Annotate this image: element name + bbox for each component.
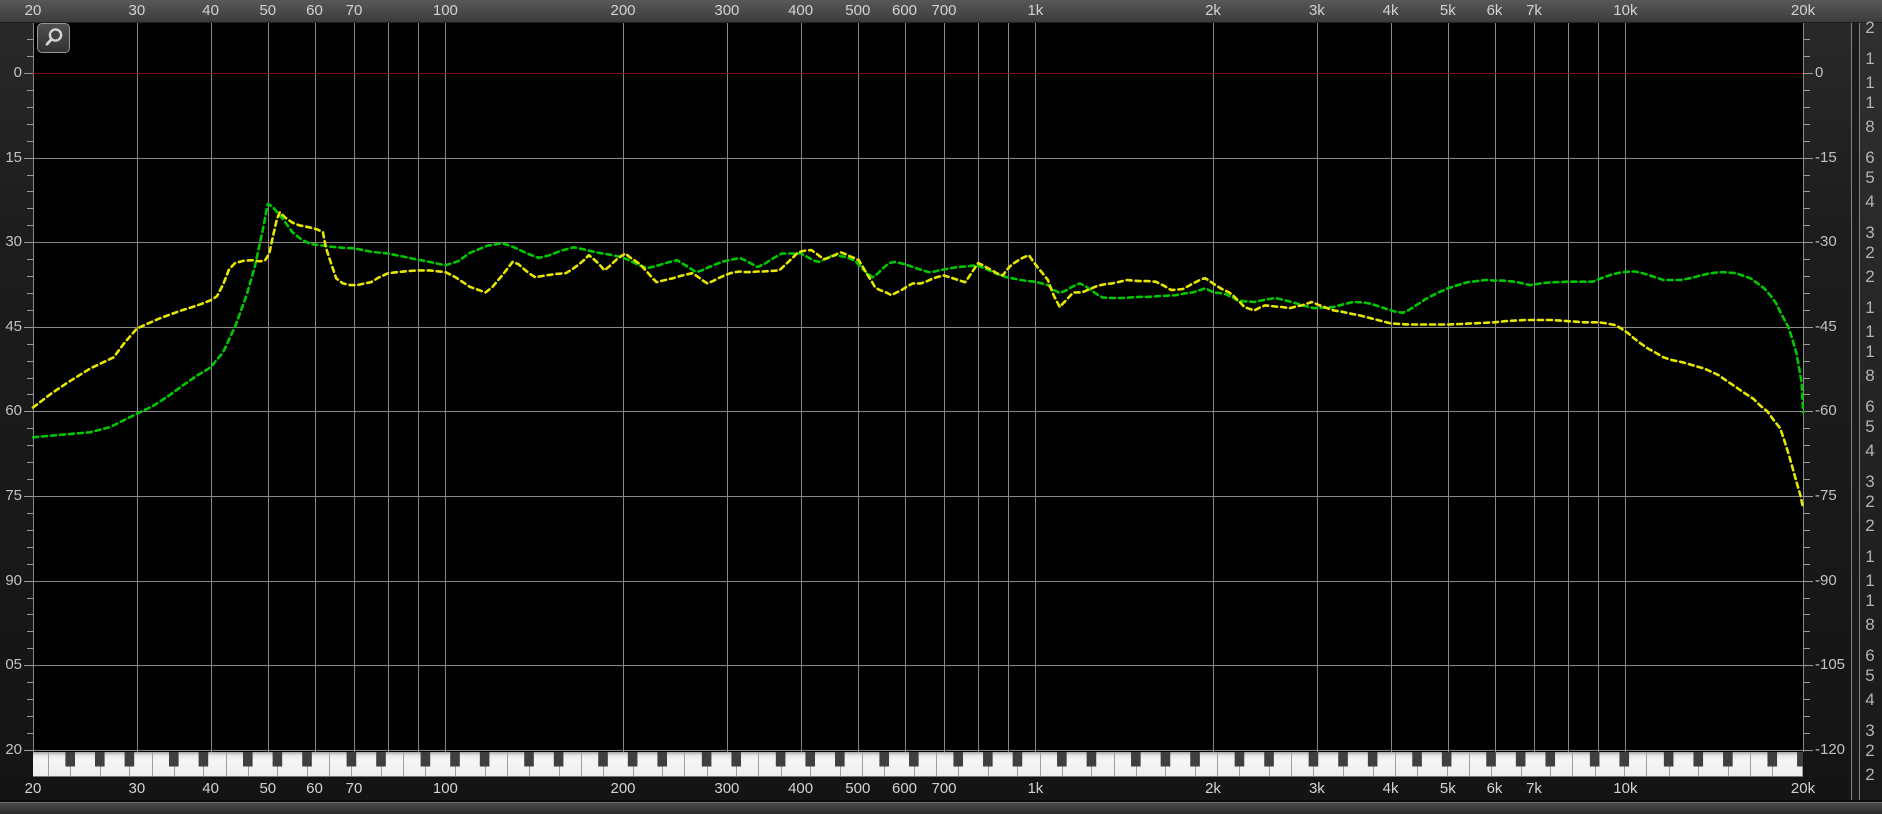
- db-tick-label-right: -105: [1815, 656, 1846, 674]
- collapsed-axis-digit: 1: [1865, 571, 1875, 591]
- collapsed-axis-digit: 1: [1865, 590, 1875, 610]
- plot-area[interactable]: [0, 0, 1882, 814]
- collapsed-axis-digit: 1: [1865, 322, 1875, 342]
- collapsed-axis-digit: 3: [1865, 721, 1875, 741]
- freq-tick-label-top: 7k: [1526, 2, 1542, 19]
- freq-tick-label-top: 20: [24, 2, 42, 19]
- db-tick-label-left: 15: [5, 148, 22, 166]
- freq-tick-label-bottom: 40: [202, 780, 219, 797]
- bottom-window-edge: [0, 800, 1882, 814]
- db-tick-label-left: 30: [5, 233, 22, 251]
- freq-tick-label-bottom: 10k: [1613, 780, 1638, 797]
- freq-tick-label-bottom: 70: [345, 780, 363, 797]
- collapsed-axis-digit: 3: [1865, 223, 1875, 243]
- collapsed-axis-digit: 1: [1865, 49, 1875, 69]
- collapsed-axis-digit: 8: [1865, 117, 1875, 137]
- freq-tick-label-bottom: 400: [788, 780, 814, 797]
- collapsed-axis-digit: 4: [1865, 192, 1875, 212]
- freq-tick-label-top: 10k: [1613, 2, 1638, 19]
- freq-tick-label-top: 1k: [1027, 2, 1044, 19]
- collapsed-axis-digit: 5: [1865, 665, 1875, 685]
- db-tick-label-right: -60: [1815, 402, 1837, 420]
- freq-tick-label-top: 500: [845, 2, 871, 19]
- freq-tick-label-bottom: 600: [891, 780, 918, 797]
- freq-tick-label-top: 400: [788, 2, 814, 19]
- collapsed-axis-digit: 2: [1865, 740, 1875, 760]
- freq-tick-label-bottom: 20: [24, 780, 42, 797]
- collapsed-axis-digit: 3: [1865, 472, 1875, 492]
- db-tick-label-right: -90: [1815, 571, 1837, 589]
- freq-tick-label-bottom: 7k: [1526, 780, 1542, 797]
- freq-tick-label-bottom: 50: [259, 780, 277, 797]
- freq-tick-label-bottom: 300: [714, 780, 740, 797]
- freq-tick-label-top: 700: [931, 2, 957, 19]
- db-tick-label-right: -45: [1815, 317, 1837, 335]
- collapsed-axis-digit: 2: [1865, 242, 1875, 262]
- freq-tick-label-bottom: 200: [610, 780, 636, 797]
- db-tick-label-left: 45: [5, 317, 22, 335]
- collapsed-axis-digit: 1: [1865, 92, 1875, 112]
- collapsed-axis-digit: 1: [1865, 341, 1875, 361]
- freq-tick-label-bottom: 100: [432, 780, 458, 797]
- freq-tick-label-bottom: 2k: [1205, 780, 1221, 797]
- zoom-tool-button[interactable]: [37, 23, 70, 53]
- freq-tick-label-bottom: 700: [931, 780, 957, 797]
- freq-tick-label-bottom: 20k: [1790, 780, 1816, 797]
- collapsed-axis-digit: 2: [1865, 765, 1875, 784]
- collapsed-axis-digit: 1: [1865, 547, 1875, 567]
- db-tick-label-right: -30: [1815, 233, 1837, 251]
- freq-tick-label-bottom: 3k: [1308, 780, 1325, 797]
- db-tick-label-left: 75: [5, 487, 22, 504]
- db-tick-label-left: 05: [5, 656, 22, 674]
- collapsed-axis-digit: 5: [1865, 416, 1875, 436]
- collapsed-axis-digit: 6: [1865, 148, 1875, 168]
- collapsed-axis-digit: 6: [1865, 646, 1875, 666]
- panel-splitter-handle[interactable]: [1851, 0, 1860, 800]
- collapsed-axis-digit: 1: [1865, 73, 1875, 93]
- collapsed-axis-digit: 4: [1865, 690, 1875, 710]
- freq-tick-label-bottom: 6k: [1486, 780, 1503, 797]
- freq-tick-label-top: 20k: [1790, 2, 1816, 19]
- db-tick-label-left: 90: [5, 571, 22, 589]
- collapsed-axis-digit: 2: [1865, 491, 1875, 511]
- freq-tick-label-bottom: 4k: [1382, 780, 1399, 797]
- db-tick-label-right: -75: [1815, 487, 1837, 504]
- freq-tick-label-bottom: 5k: [1439, 780, 1456, 797]
- db-tick-label-left: 20: [5, 740, 22, 758]
- collapsed-axis-digit: 1: [1865, 298, 1875, 318]
- freq-tick-label-bottom: 60: [306, 780, 323, 797]
- collapsed-axis-digit: 4: [1865, 441, 1875, 461]
- collapsed-axis-digit: 2: [1865, 18, 1875, 37]
- freq-tick-label-top: 30: [128, 2, 146, 19]
- freq-tick-label-top: 50: [259, 2, 277, 19]
- freq-tick-label-top: 600: [891, 2, 918, 19]
- freq-tick-label-top: 40: [202, 2, 219, 19]
- db-tick-label-left: 60: [5, 402, 22, 420]
- freq-tick-label-top: 200: [610, 2, 636, 19]
- freq-tick-label-top: 70: [345, 2, 363, 19]
- freq-tick-label-bottom: 1k: [1027, 780, 1044, 797]
- freq-tick-label-top: 6k: [1486, 2, 1503, 19]
- magnifier-icon: [43, 27, 65, 49]
- collapsed-axis-digit: 2: [1865, 267, 1875, 286]
- freq-tick-label-top: 60: [306, 2, 323, 19]
- collapsed-axis-digit: 6: [1865, 397, 1875, 417]
- freq-tick-label-top: 100: [432, 2, 458, 19]
- db-tick-label-left: 0: [13, 64, 22, 81]
- db-tick-label-right: -15: [1815, 148, 1837, 166]
- freq-tick-label-top: 5k: [1439, 2, 1456, 19]
- collapsed-axis-digit: 5: [1865, 167, 1875, 187]
- freq-tick-label-top: 300: [714, 2, 740, 19]
- db-tick-label-right: -120: [1815, 740, 1846, 758]
- db-tick-label-right: 0: [1815, 64, 1824, 81]
- collapsed-axis-digit: 8: [1865, 615, 1875, 635]
- collapsed-axis-digit: 8: [1865, 366, 1875, 386]
- freq-tick-label-top: 4k: [1382, 2, 1399, 19]
- freq-tick-label-top: 2k: [1205, 2, 1221, 19]
- freq-tick-label-bottom: 30: [128, 780, 146, 797]
- collapsed-axis-digit: 2: [1865, 516, 1875, 535]
- spectrum-analyzer-window: 20 20 30 30 40 40 50 50 60 60 70 70 100 100 200 200 300 3…: [0, 0, 1882, 814]
- freq-tick-label-top: 3k: [1308, 2, 1325, 19]
- freq-tick-label-bottom: 500: [845, 780, 871, 797]
